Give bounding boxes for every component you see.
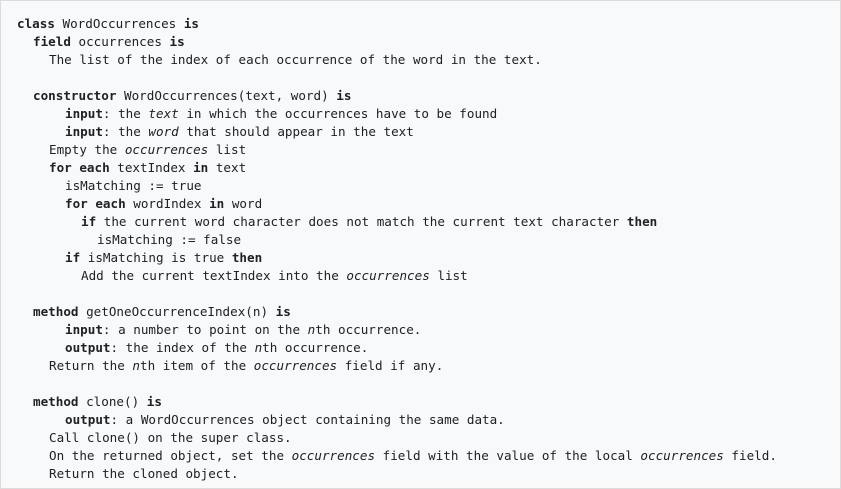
italic-term: word [148, 124, 179, 139]
keyword: field [33, 34, 71, 49]
code-line-input-text: input: the text in which the occurrences… [65, 105, 497, 123]
code-line-output-object: output: a WordOccurrences object contain… [65, 411, 505, 429]
code-text: text [208, 160, 247, 175]
code-line-call-clone: Call clone() on the super class. [49, 429, 292, 447]
keyword: for each [65, 196, 126, 211]
keyword: input [65, 106, 103, 121]
code-text: th occurrence. [262, 340, 369, 355]
code-line-for-each-word: for each wordIndex in word [65, 195, 262, 213]
code-line-input-word: input: the word that should appear in th… [65, 123, 414, 141]
italic-term: occurrences [253, 358, 338, 373]
code-text: Return the cloned object. [49, 466, 239, 481]
italic-term: occurrences [346, 268, 430, 283]
code-line-return-cloned: Return the cloned object. [49, 465, 239, 483]
code-text: On the returned object, set the [49, 448, 292, 463]
code-line-set-matching-false: isMatching := false [97, 231, 241, 249]
code-line-field-declaration: field occurrences is [33, 33, 185, 51]
italic-term: occurrences [291, 448, 376, 463]
code-text: in which the occurrences have to be foun… [178, 106, 498, 121]
code-text: : the [102, 124, 149, 139]
code-text: occurrences [70, 34, 170, 49]
code-line-empty-list: Empty the occurrences list [49, 141, 246, 159]
code-text: field with the value of the local [375, 448, 641, 463]
code-text: isMatching := true [65, 178, 202, 193]
keyword: output [65, 340, 111, 355]
code-line-method-clone: method clone() is [33, 393, 162, 411]
pseudocode-block: class WordOccurrences is field occurrenc… [0, 0, 841, 489]
code-text: The list of the index of each occurrence… [49, 52, 542, 67]
keyword: is [183, 16, 199, 31]
code-text: th occurrence. [315, 322, 422, 337]
code-text: isMatching := false [97, 232, 242, 247]
code-text: : the [102, 106, 149, 121]
keyword: input [65, 322, 103, 337]
code-text: th item of the [140, 358, 254, 373]
code-text: textIndex [109, 160, 194, 175]
italic-term: text [148, 106, 179, 121]
italic-term: occurrences [124, 142, 209, 157]
keyword: in [209, 196, 225, 211]
code-text: wordIndex [125, 196, 210, 211]
keyword: output [65, 412, 111, 427]
keyword: input [65, 124, 103, 139]
code-text: : the index of the [110, 340, 255, 355]
keyword: is [169, 34, 185, 49]
code-line-for-each-text: for each textIndex in text [49, 159, 246, 177]
code-text: isMatching is true [80, 250, 232, 265]
code-line-class-declaration: class WordOccurrences is [17, 15, 199, 33]
code-text: clone() [78, 394, 147, 409]
code-text: Return the [49, 358, 133, 373]
italic-term: n [132, 358, 140, 373]
code-line-method-get-one: method getOneOccurrenceIndex(n) is [33, 303, 291, 321]
code-text: the current word character does not matc… [96, 214, 627, 229]
code-line-add-index: Add the current textIndex into the occur… [81, 267, 468, 285]
code-text: list [429, 268, 468, 283]
code-text: field. [723, 448, 777, 463]
keyword: for each [49, 160, 110, 175]
keyword: is [336, 88, 352, 103]
code-line-field-description: The list of the index of each occurrence… [49, 51, 542, 69]
code-text: list [208, 142, 247, 157]
code-text: : a number to point on the [102, 322, 308, 337]
code-text: : a WordOccurrences object containing th… [110, 412, 505, 427]
keyword: in [193, 160, 209, 175]
code-text: Call clone() on the super class. [49, 430, 292, 445]
code-line-input-n: input: a number to point on the nth occu… [65, 321, 421, 339]
code-text: Add the current textIndex into the [81, 268, 347, 283]
keyword: if [65, 250, 81, 265]
code-line-if-mismatch: if the current word character does not m… [81, 213, 657, 231]
code-line-if-matching: if isMatching is true then [65, 249, 262, 267]
code-text: WordOccurrences(text, word) [116, 88, 337, 103]
code-line-return-nth: Return the nth item of the occurrences f… [49, 357, 443, 375]
code-line-output-index: output: the index of the nth occurrence. [65, 339, 368, 357]
code-line-set-field: On the returned object, set the occurren… [49, 447, 777, 465]
code-text: Empty the [49, 142, 125, 157]
keyword: if [81, 214, 97, 229]
code-text: field if any. [337, 358, 444, 373]
keyword: is [146, 394, 162, 409]
code-text: getOneOccurrenceIndex(n) [78, 304, 276, 319]
code-line-constructor-declaration: constructor WordOccurrences(text, word) … [33, 87, 351, 105]
code-text: word [224, 196, 263, 211]
keyword: is [275, 304, 291, 319]
code-text: WordOccurrences [54, 16, 184, 31]
keyword: method [33, 394, 79, 409]
keyword: method [33, 304, 79, 319]
keyword: then [231, 250, 263, 265]
keyword: class [17, 16, 55, 31]
keyword: constructor [33, 88, 117, 103]
code-text: that should appear in the text [178, 124, 414, 139]
italic-term: occurrences [640, 448, 724, 463]
code-line-set-matching-true: isMatching := true [65, 177, 201, 195]
keyword: then [626, 214, 658, 229]
